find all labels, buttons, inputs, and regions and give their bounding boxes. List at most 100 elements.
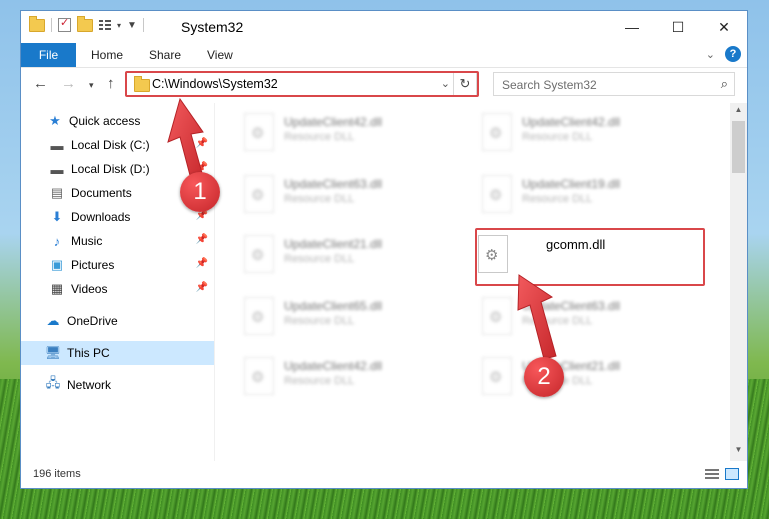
pin-icon[interactable]: 📌 <box>196 234 208 245</box>
window-controls: — ☐ ✕ <box>609 11 747 43</box>
file-name: UpdateClient63.dll <box>522 299 621 313</box>
large-icons-view-icon[interactable] <box>725 468 739 480</box>
dll-file-icon <box>244 357 274 395</box>
properties-check-icon[interactable] <box>58 16 71 32</box>
file-name: UpdateClient42.dll <box>284 115 383 129</box>
file-item[interactable]: UpdateClient42.dll Resource DLL <box>216 353 446 401</box>
view-options-icon[interactable] <box>99 19 111 31</box>
search-placeholder: Search System32 <box>502 78 597 92</box>
file-item[interactable]: UpdateClient21.dll Resource DLL <box>454 353 684 401</box>
item-count: 196 items <box>33 468 81 480</box>
sidebar-item-label: Local Disk (C:) <box>71 138 150 152</box>
file-name: UpdateClient19.dll <box>522 177 621 191</box>
customize-toolbar-icon[interactable]: ▼ <box>127 20 137 31</box>
dll-file-icon <box>244 175 274 213</box>
file-item[interactable]: UpdateClient42.dll Resource DLL <box>216 109 446 157</box>
details-view-icon[interactable] <box>705 468 719 480</box>
file-type: Resource DLL <box>284 253 355 265</box>
sidebar-item-onedrive[interactable]: ☁ OneDrive <box>21 309 214 333</box>
file-type: Resource DLL <box>284 315 355 327</box>
file-item[interactable]: UpdateClient21.dll Resource DLL <box>216 231 446 279</box>
status-bar: 196 items <box>21 462 747 488</box>
address-bar-highlight <box>125 71 479 97</box>
tab-home[interactable]: Home <box>79 43 135 67</box>
file-item[interactable]: UpdateClient63.dll Resource DLL <box>454 293 684 341</box>
folder-icon[interactable] <box>29 15 45 32</box>
dll-file-icon <box>482 113 512 151</box>
music-icon: ♪ <box>53 233 61 249</box>
drive-icon: ▬ <box>50 137 64 153</box>
computer-icon: 🖥 <box>44 345 62 360</box>
file-name: UpdateClient42.dll <box>284 359 383 373</box>
chevron-down-icon[interactable]: ▾ <box>117 21 121 30</box>
forward-arrow-icon[interactable]: → <box>61 75 76 92</box>
sidebar-item-label: Music <box>71 234 103 248</box>
minimize-button[interactable]: — <box>609 11 655 43</box>
sidebar-item-downloads[interactable]: ⬇ Downloads 📌 <box>21 205 214 229</box>
up-arrow-icon[interactable]: ↑ <box>107 75 115 92</box>
tab-file[interactable]: File <box>21 43 76 67</box>
expand-ribbon-icon[interactable]: ⌄ <box>706 48 715 61</box>
file-type: Resource DLL <box>284 131 355 143</box>
file-item[interactable]: UpdateClient19.dll Resource DLL <box>454 171 684 219</box>
sidebar-item-videos[interactable]: ▦ Videos 📌 <box>21 277 214 301</box>
dll-file-icon <box>482 175 512 213</box>
pin-icon[interactable]: 📌 <box>196 258 208 269</box>
download-icon: ⬇ <box>51 209 63 224</box>
navigation-pane: ★ Quick access ▬ Local Disk (C:) 📌 ▬ Loc… <box>21 103 215 461</box>
maximize-button[interactable]: ☐ <box>655 11 701 43</box>
sidebar-item-label: Local Disk (D:) <box>71 162 150 176</box>
recent-locations-icon[interactable]: ▾ <box>89 80 94 91</box>
vertical-scrollbar[interactable]: ▲ ▼ <box>730 103 747 461</box>
search-input[interactable]: Search System32 ⌕ <box>493 72 735 96</box>
back-arrow-icon[interactable]: ← <box>33 75 48 92</box>
search-icon[interactable]: ⌕ <box>721 76 728 92</box>
sidebar-item-label: Videos <box>71 282 108 296</box>
gcomm-file-highlight <box>475 228 705 286</box>
scroll-up-icon[interactable]: ▲ <box>730 105 747 121</box>
dll-file-icon <box>482 357 512 395</box>
ribbon-right-controls: ⌄ ? <box>706 46 741 62</box>
dll-file-icon <box>482 297 512 335</box>
tab-share[interactable]: Share <box>137 43 193 67</box>
file-type: Resource DLL <box>522 131 593 143</box>
step-2-marker: 2 <box>524 357 564 397</box>
dll-file-icon <box>244 113 274 151</box>
scroll-down-icon[interactable]: ▼ <box>730 445 747 461</box>
file-name: UpdateClient65.dll <box>284 299 383 313</box>
sidebar-item-label: OneDrive <box>67 314 118 328</box>
close-button[interactable]: ✕ <box>701 11 747 43</box>
file-name: UpdateClient21.dll <box>284 237 383 251</box>
sidebar-item-label: Downloads <box>71 210 131 224</box>
quick-access-toolbar: ▾ ▼ <box>29 15 144 32</box>
sidebar-item-this-pc[interactable]: 🖥 This PC <box>21 341 214 365</box>
file-name: UpdateClient63.dll <box>284 177 383 191</box>
dll-file-icon <box>244 297 274 335</box>
help-icon[interactable]: ? <box>725 46 741 62</box>
file-item[interactable]: UpdateClient65.dll Resource DLL <box>216 293 446 341</box>
new-folder-icon[interactable] <box>77 15 93 32</box>
star-icon: ★ <box>49 113 61 128</box>
sidebar-item-music[interactable]: ♪ Music 📌 <box>21 229 214 253</box>
videos-icon: ▦ <box>50 281 64 296</box>
file-item[interactable]: UpdateClient63.dll Resource DLL <box>216 171 446 219</box>
dll-file-icon <box>244 235 274 273</box>
ribbon: File Home Share View ⌄ ? <box>21 43 747 68</box>
pin-icon[interactable]: 📌 <box>196 282 208 293</box>
sidebar-item-local-disk-c[interactable]: ▬ Local Disk (C:) 📌 <box>21 133 214 157</box>
sidebar-item-label: Documents <box>71 186 132 200</box>
network-icon: 🖧 <box>45 375 61 390</box>
toolbar-separator <box>142 18 144 32</box>
cloud-icon: ☁ <box>46 313 60 328</box>
scroll-thumb[interactable] <box>732 121 745 173</box>
pin-icon[interactable]: 📌 <box>196 138 208 149</box>
file-item[interactable]: UpdateClient42.dll Resource DLL <box>454 109 684 157</box>
file-type: Resource DLL <box>522 193 593 205</box>
tab-view[interactable]: View <box>195 43 245 67</box>
pictures-icon: ▣ <box>50 257 64 272</box>
sidebar-item-label: This PC <box>67 346 110 360</box>
sidebar-item-network[interactable]: 🖧 Network <box>21 373 214 397</box>
sidebar-item-quick-access[interactable]: ★ Quick access <box>21 109 214 133</box>
sidebar-item-pictures[interactable]: ▣ Pictures 📌 <box>21 253 214 277</box>
file-name: UpdateClient42.dll <box>522 115 621 129</box>
